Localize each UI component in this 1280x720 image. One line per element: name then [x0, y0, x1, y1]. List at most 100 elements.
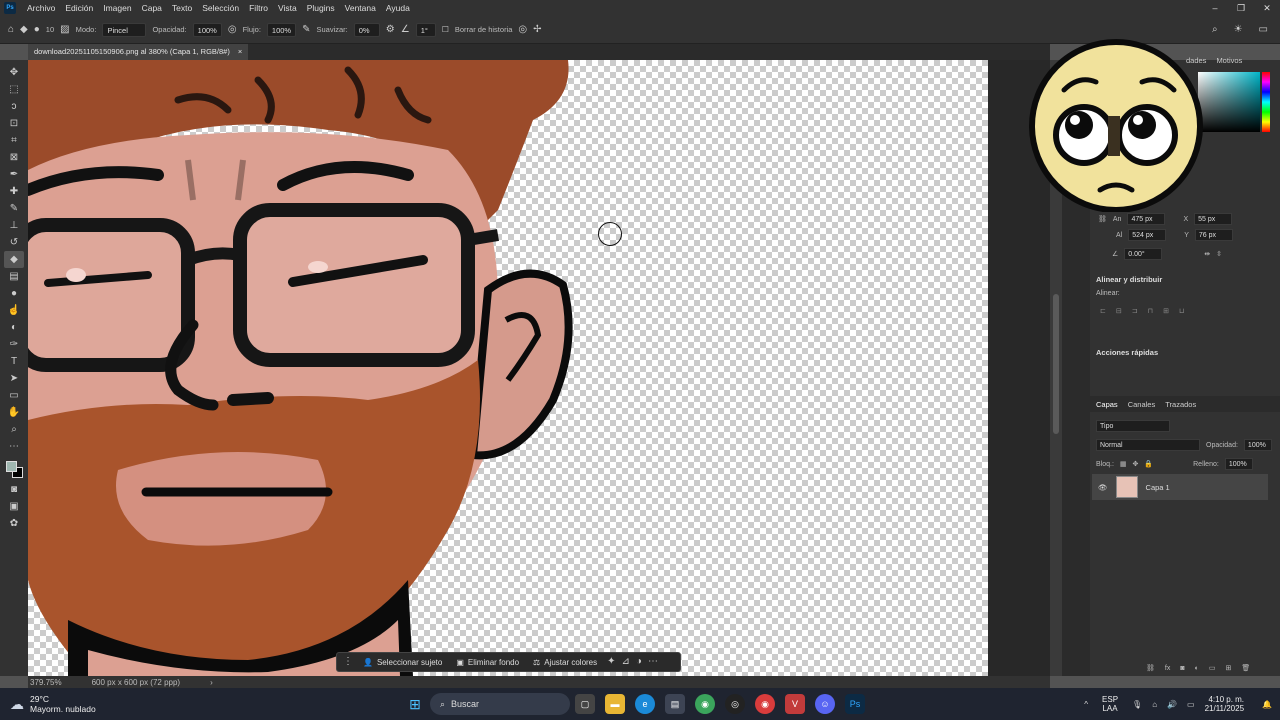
menu-edicion[interactable]: Edición: [60, 3, 98, 13]
angle-field[interactable]: 1°: [415, 22, 436, 37]
smudge-tool-icon[interactable]: ☝: [4, 302, 24, 319]
edge-icon[interactable]: e: [635, 694, 655, 714]
menu-filtro[interactable]: Filtro: [244, 3, 273, 13]
align-middle-icon[interactable]: ⊞: [1163, 307, 1169, 315]
gear-icon[interactable]: ⚙: [386, 24, 395, 35]
path-select-tool-icon[interactable]: ➤: [4, 370, 24, 387]
menu-plugins[interactable]: Plugins: [302, 3, 340, 13]
brush-settings-icon[interactable]: ▨: [60, 24, 69, 35]
file-explorer-icon[interactable]: ▬: [605, 694, 625, 714]
marquee-tool-icon[interactable]: ⬚: [4, 81, 24, 98]
rectangle-tool-icon[interactable]: ▭: [4, 387, 24, 404]
discord-icon[interactable]: ☺: [815, 694, 835, 714]
modo-select[interactable]: Pincel: [102, 22, 147, 37]
layer-filter-select[interactable]: Tipo: [1096, 420, 1170, 432]
lasso-tool-icon[interactable]: ↄ: [4, 98, 24, 115]
remove-background-button[interactable]: ▣ Eliminar fondo: [452, 658, 523, 667]
crop-tool-icon[interactable]: ⌗: [4, 132, 24, 149]
scroll-thumb[interactable]: [1053, 294, 1059, 434]
document-tab[interactable]: download20251105150906.png al 380% (Capa…: [28, 44, 249, 60]
canvas-area[interactable]: [28, 60, 1050, 676]
weather-widget[interactable]: ☁ 29°C Mayorm. nublado: [0, 694, 400, 714]
valorant-icon[interactable]: V: [785, 694, 805, 714]
zoom-tool-icon[interactable]: ⌕: [4, 421, 24, 438]
blend-mode-select[interactable]: Normal: [1096, 439, 1200, 451]
align-center-icon[interactable]: ⊟: [1116, 307, 1122, 315]
eyedropper-tool-icon[interactable]: ✒: [4, 166, 24, 183]
align-right-icon[interactable]: ⊐: [1132, 307, 1138, 315]
align-bottom-icon[interactable]: ⊔: [1179, 307, 1184, 315]
pressure-size-icon[interactable]: ◎: [518, 24, 527, 35]
pressure-opacity-icon[interactable]: ◎: [228, 24, 237, 35]
flip-vertical-icon[interactable]: ⇳: [1216, 250, 1222, 258]
language-indicator[interactable]: ESP LAA: [1102, 695, 1118, 713]
chrome-profile-icon[interactable]: ◉: [755, 694, 775, 714]
fill-field[interactable]: 100%: [1224, 458, 1253, 470]
stamp-tool-icon[interactable]: ⊥: [4, 217, 24, 234]
history-brush-tool-icon[interactable]: ↺: [4, 234, 24, 251]
lock-position-icon[interactable]: ✥: [1133, 460, 1139, 468]
frame-tool-icon[interactable]: ⊠: [4, 149, 24, 166]
close-tab-icon[interactable]: ×: [238, 44, 242, 60]
flip-horizontal-icon[interactable]: ⇹: [1204, 250, 1210, 258]
maximize-icon[interactable]: ❐: [1228, 0, 1254, 16]
align-left-icon[interactable]: ⊏: [1100, 307, 1106, 315]
opacidad-field[interactable]: 100%: [192, 22, 222, 37]
volume-icon[interactable]: 🔊: [1167, 700, 1177, 709]
home-icon[interactable]: ⌂: [8, 24, 14, 35]
new-layer-icon[interactable]: ⊞: [1225, 664, 1231, 672]
tray-chevron-icon[interactable]: ^: [1084, 700, 1088, 709]
y-field[interactable]: 76 px: [1194, 229, 1233, 241]
more-options-icon[interactable]: ⋯: [648, 657, 658, 667]
drag-handle-icon[interactable]: ⋮: [343, 657, 353, 667]
transform-icon[interactable]: ⊿: [622, 657, 630, 667]
move-tool-icon[interactable]: ✥: [4, 64, 24, 81]
menu-texto[interactable]: Texto: [167, 3, 197, 13]
add-mask-icon[interactable]: ◙: [1180, 665, 1184, 672]
network-icon[interactable]: ⌂: [1152, 700, 1157, 709]
lock-all-icon[interactable]: 🔒: [1144, 460, 1153, 468]
quick-mask-icon[interactable]: ◙: [4, 481, 24, 498]
dodge-tool-icon[interactable]: ◐: [4, 319, 24, 336]
pen-tool-icon[interactable]: ✑: [4, 336, 24, 353]
borrar-historia-label[interactable]: Borrar de historia: [455, 25, 513, 34]
more-tools-icon[interactable]: ⋯: [4, 438, 24, 455]
object-select-tool-icon[interactable]: ⊡: [4, 115, 24, 132]
airbrush-icon[interactable]: ✎: [302, 24, 310, 35]
gradient-tool-icon[interactable]: ▤: [4, 268, 24, 285]
brush-size-icon[interactable]: ●: [34, 24, 40, 35]
symmetry-icon[interactable]: ✢: [533, 24, 541, 35]
discover-icon[interactable]: ☀: [1234, 24, 1243, 35]
layer-row[interactable]: 👁 Capa 1: [1092, 474, 1268, 500]
x-field[interactable]: 55 px: [1194, 213, 1233, 225]
fx-icon[interactable]: fx: [1165, 665, 1170, 672]
type-tool-icon[interactable]: T: [4, 353, 24, 370]
checkbox-icon[interactable]: ☐: [442, 25, 449, 35]
width-field[interactable]: 475 px: [1127, 213, 1166, 225]
eye-icon[interactable]: 👁: [1098, 483, 1108, 492]
hand-tool-icon[interactable]: ✋: [4, 404, 24, 421]
tab-trazados[interactable]: Trazados: [1165, 400, 1196, 409]
eraser-tool-icon[interactable]: ◆: [4, 251, 24, 268]
menu-ayuda[interactable]: Ayuda: [381, 3, 415, 13]
menu-archivo[interactable]: Archivo: [22, 3, 60, 13]
menu-seleccion[interactable]: Selección: [197, 3, 244, 13]
select-subject-button[interactable]: 👤 Seleccionar sujeto: [359, 658, 446, 667]
menu-vista[interactable]: Vista: [273, 3, 302, 13]
task-view-icon[interactable]: ▢: [575, 694, 595, 714]
status-arrow-icon[interactable]: ›: [210, 678, 213, 687]
minimize-icon[interactable]: –: [1202, 0, 1228, 16]
photoshop-taskbar-icon[interactable]: Ps: [845, 694, 865, 714]
link-layers-icon[interactable]: ⛓: [1146, 664, 1155, 672]
suavizar-field[interactable]: 0%: [353, 22, 380, 37]
notifications-icon[interactable]: 🔔: [1262, 700, 1272, 709]
menu-ventana[interactable]: Ventana: [340, 3, 381, 13]
document-canvas[interactable]: [28, 60, 988, 676]
link-icon[interactable]: ⛓: [1098, 215, 1107, 223]
store-icon[interactable]: ▤: [665, 694, 685, 714]
screen-mode-icon[interactable]: ▣: [4, 498, 24, 515]
chrome-icon[interactable]: ◉: [695, 694, 715, 714]
trash-icon[interactable]: 🗑: [1241, 664, 1250, 672]
layer-name[interactable]: Capa 1: [1146, 483, 1170, 492]
mask-icon[interactable]: ◑: [636, 657, 642, 667]
